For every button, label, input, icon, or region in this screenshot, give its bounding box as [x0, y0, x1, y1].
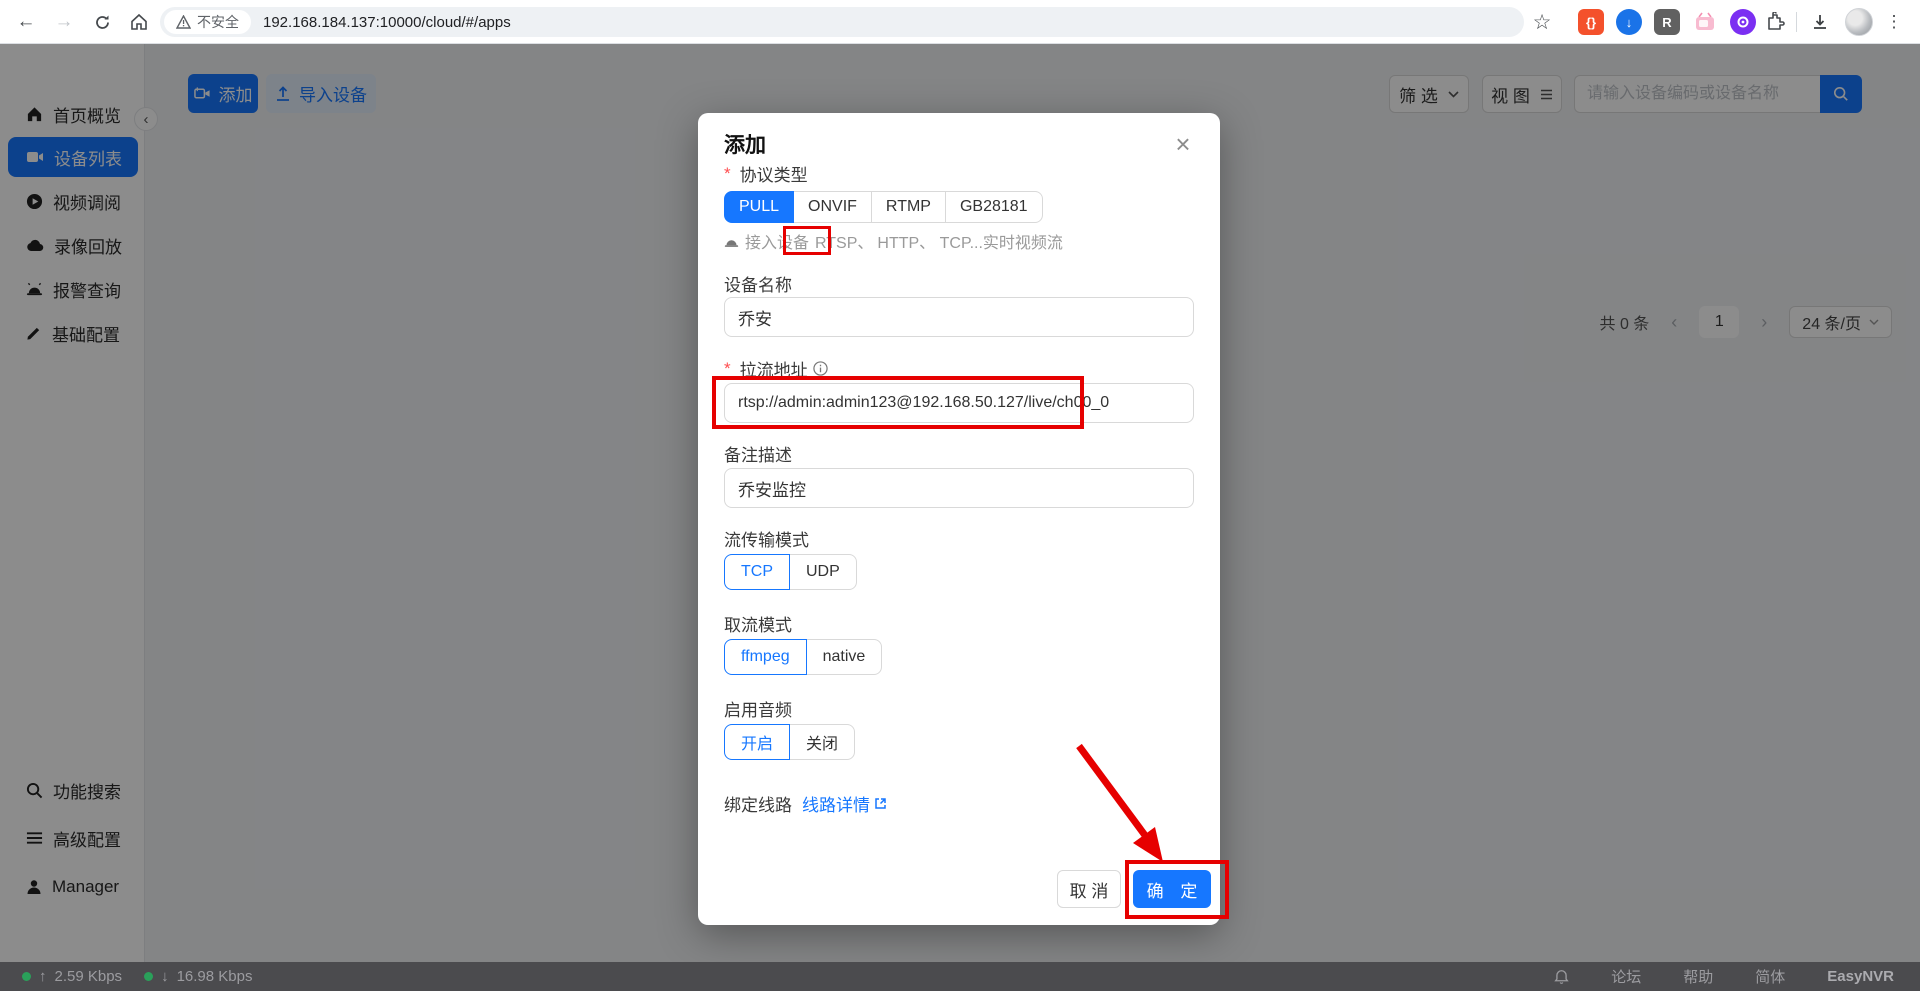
chrome-menu-icon[interactable]: ⋮: [1880, 8, 1908, 36]
refresh-icon[interactable]: [88, 8, 116, 36]
fetch-option-native[interactable]: native: [806, 639, 883, 675]
screen: ← → 不安全 192.168.184.137:10000/cloud/#/ap…: [0, 0, 1920, 991]
footer-link-language[interactable]: 简体: [1755, 966, 1785, 987]
audio-option-on[interactable]: 开启: [724, 724, 790, 760]
protocol-option-pull[interactable]: PULL: [724, 191, 794, 223]
audio-option-off[interactable]: 关闭: [789, 724, 855, 760]
extensions-puzzle-icon[interactable]: [1762, 9, 1788, 35]
download-arrow-icon: ↓: [161, 968, 169, 985]
extension-json-icon[interactable]: {}: [1578, 9, 1604, 35]
warning-icon: [176, 15, 191, 29]
protocol-group: PULL ONVIF RTMP GB28181: [724, 191, 1043, 223]
modal-title: 添加: [724, 129, 766, 159]
notification-bell-icon[interactable]: [1554, 969, 1569, 985]
extension-tv-icon[interactable]: [1692, 9, 1718, 35]
device-name-input[interactable]: [724, 297, 1194, 337]
external-link-icon: [874, 797, 887, 810]
upload-speed: 2.59 Kbps: [55, 968, 123, 985]
target-glyph: [1736, 15, 1750, 29]
notice-text-pre: 接入设备: [745, 229, 809, 253]
protocol-label: 协议类型: [724, 161, 808, 186]
footer-links: 论坛 帮助 简体 EasyNVR: [1554, 966, 1894, 987]
notice-text-post: HTTP、 TCP...实时视频流: [877, 229, 1063, 253]
status-dot-down: [144, 972, 153, 981]
confirm-button[interactable]: 确 定: [1133, 870, 1211, 908]
bind-line-label: 绑定线路: [724, 791, 792, 816]
fetch-mode-label: 取流模式: [724, 611, 792, 636]
footer-link-forum[interactable]: 论坛: [1611, 966, 1641, 987]
downloads-glyph: [1811, 13, 1829, 31]
security-badge[interactable]: 不安全: [164, 10, 251, 34]
back-icon[interactable]: ←: [12, 8, 40, 36]
home-icon[interactable]: [125, 8, 153, 36]
device-name-label: 设备名称: [724, 271, 792, 296]
home-glyph: [130, 13, 148, 31]
info-icon[interactable]: [813, 361, 828, 376]
transport-mode-label: 流传输模式: [724, 526, 809, 551]
bookmark-star-icon[interactable]: ☆: [1528, 8, 1556, 36]
audio-group: 开启 关闭: [724, 724, 855, 760]
downloads-icon[interactable]: [1806, 8, 1834, 36]
pull-url-label: 拉流地址: [724, 356, 828, 381]
forward-icon[interactable]: →: [50, 8, 78, 36]
url-bar[interactable]: 不安全 192.168.184.137:10000/cloud/#/apps: [160, 7, 1524, 37]
chrome-separator: [1796, 12, 1797, 32]
transport-option-udp[interactable]: UDP: [789, 554, 857, 590]
transport-option-tcp[interactable]: TCP: [724, 554, 790, 590]
remark-input[interactable]: [724, 468, 1194, 508]
pull-url-input[interactable]: [724, 383, 1194, 423]
add-device-modal: 添加 × 协议类型 PULL ONVIF RTMP GB28181 接入设备RT…: [698, 113, 1220, 925]
profile-avatar[interactable]: [1845, 8, 1873, 36]
fetch-mode-group: ffmpeg native: [724, 639, 882, 675]
extension-r-icon[interactable]: R: [1654, 9, 1680, 35]
close-icon[interactable]: ×: [1170, 131, 1196, 157]
protocol-notice: 接入设备RTSP、 HTTP、 TCP...实时视频流: [724, 229, 1063, 253]
protocol-option-onvif[interactable]: ONVIF: [793, 191, 872, 223]
tv-glyph: [1694, 12, 1716, 32]
bind-line-row: 绑定线路 线路详情: [724, 791, 887, 816]
upload-arrow-icon: ↑: [39, 968, 47, 985]
protocol-option-gb28181[interactable]: GB28181: [945, 191, 1043, 223]
status-dot-up: [22, 972, 31, 981]
security-badge-label: 不安全: [197, 12, 239, 32]
notice-text-highlight: RTSP、: [815, 229, 873, 253]
fetch-option-ffmpeg[interactable]: ffmpeg: [724, 639, 807, 675]
cancel-button[interactable]: 取 消: [1057, 870, 1121, 908]
brand-label: EasyNVR: [1827, 968, 1894, 985]
footer-link-help[interactable]: 帮助: [1683, 966, 1713, 987]
remark-label: 备注描述: [724, 441, 792, 466]
transport-mode-group: TCP UDP: [724, 554, 857, 590]
line-details-link[interactable]: 线路详情: [802, 791, 887, 816]
extension-target-icon[interactable]: [1730, 9, 1756, 35]
extension-download-icon[interactable]: ↓: [1616, 9, 1642, 35]
bandwidth-stats: ↑ 2.59 Kbps ↓ 16.98 Kbps: [22, 968, 252, 985]
puzzle-glyph: [1765, 12, 1785, 32]
app-body: 首页概览 设备列表 视频调阅 录像回放 报警查询 基础配置: [0, 44, 1920, 962]
status-bar: ↑ 2.59 Kbps ↓ 16.98 Kbps 论坛 帮助 简体 EasyNV…: [0, 962, 1920, 991]
refresh-glyph: [94, 14, 111, 31]
download-speed: 16.98 Kbps: [177, 968, 253, 985]
protocol-option-rtmp[interactable]: RTMP: [871, 191, 946, 223]
url-text: 192.168.184.137:10000/cloud/#/apps: [263, 14, 511, 31]
audio-label: 启用音频: [724, 696, 792, 721]
browser-chrome: ← → 不安全 192.168.184.137:10000/cloud/#/ap…: [0, 0, 1920, 44]
bell-icon: [724, 234, 739, 249]
